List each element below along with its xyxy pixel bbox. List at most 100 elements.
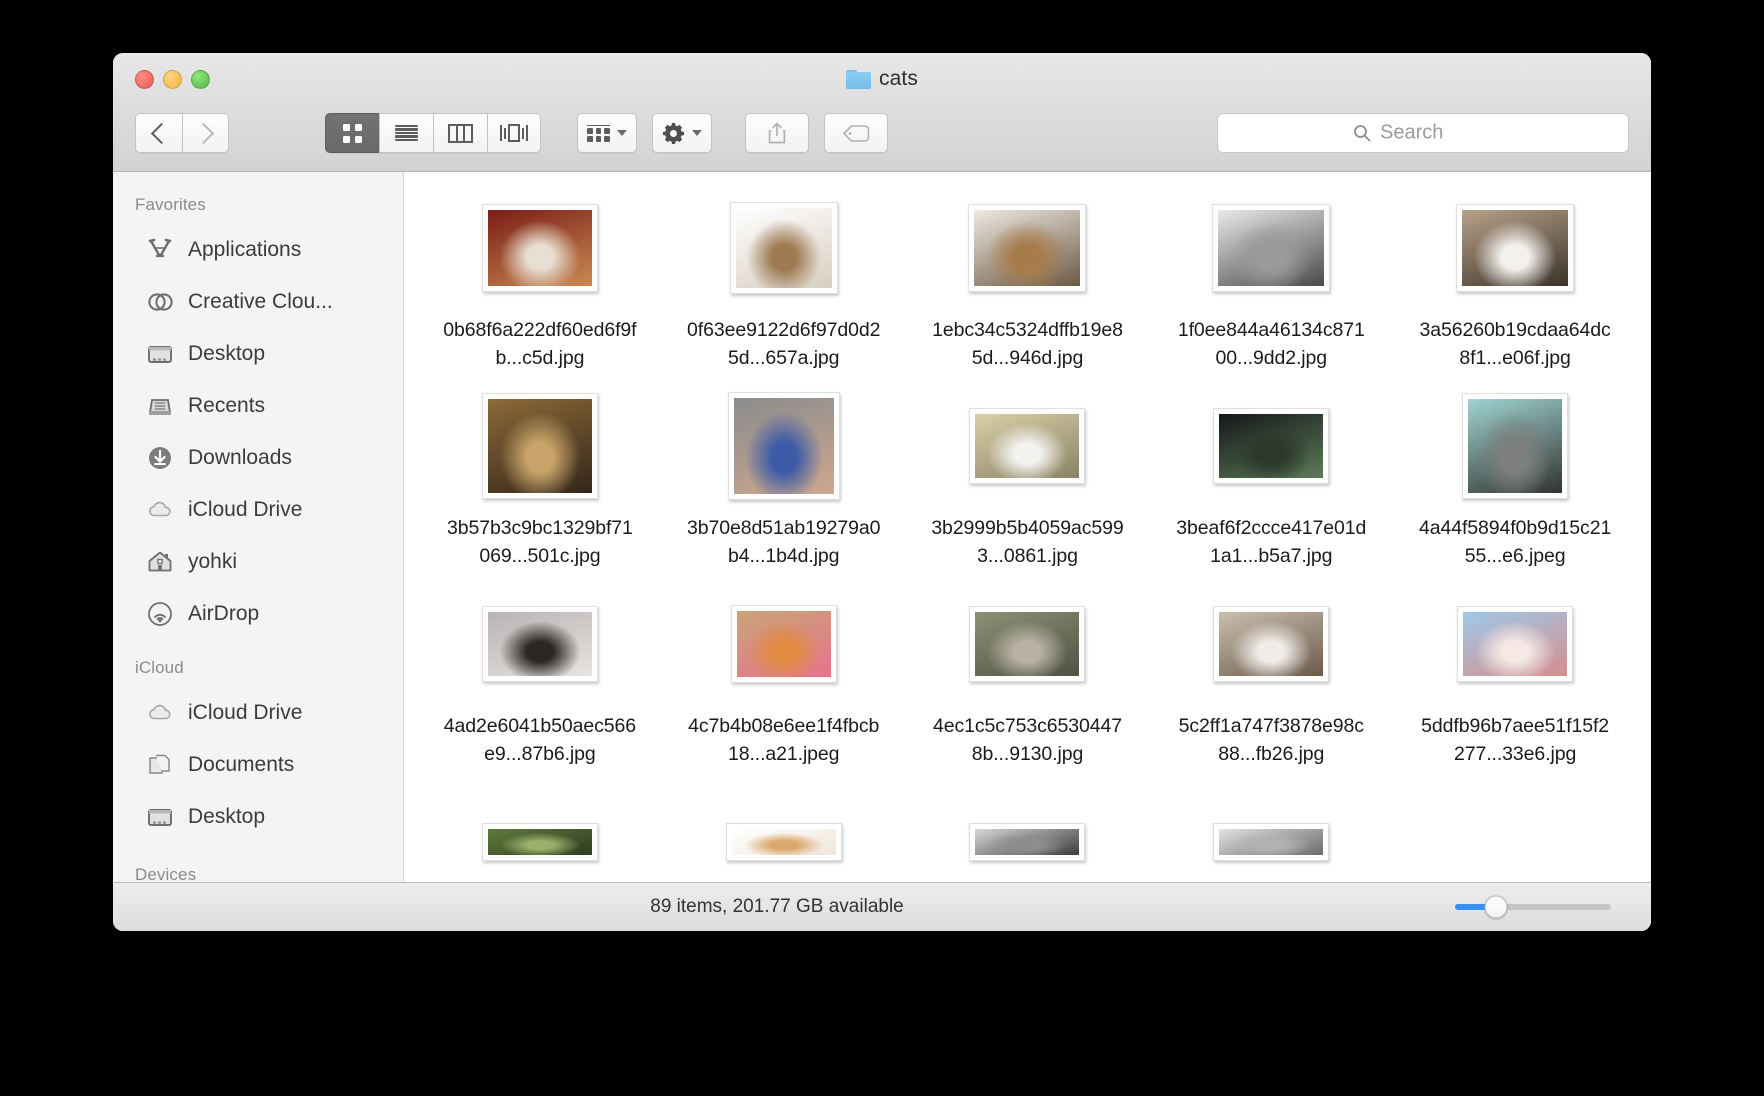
thumbnail-wrapper <box>1462 392 1569 500</box>
file-item[interactable]: 0f63ee9122d6f97d0d25d...657a.jpg <box>662 194 906 392</box>
file-item[interactable]: 0b68f6a222df60ed6f9fb...c5d.jpg <box>418 194 662 392</box>
file-name: 1ebc34c5324dffb19e85d...946d.jpg <box>932 319 1123 369</box>
dropdown-group <box>577 113 712 153</box>
list-view-button[interactable] <box>379 113 433 153</box>
sidebar-item-recents[interactable]: Recents <box>113 380 403 432</box>
sidebar-item-label: yohki <box>188 550 238 573</box>
file-item[interactable]: 5c2ff1a747f3878e98c88...fb26.jpg <box>1149 590 1393 788</box>
file-thumbnail <box>481 204 598 292</box>
thumbnail-wrapper <box>1213 392 1330 500</box>
search-field[interactable]: Search <box>1217 113 1629 153</box>
folder-icon <box>846 69 872 89</box>
airdrop-icon <box>146 600 174 628</box>
sidebar-section-favorites-header: Favorites <box>135 195 206 214</box>
file-item[interactable] <box>662 788 906 882</box>
thumbnail-image <box>487 210 592 286</box>
thumbnail-image <box>736 611 831 677</box>
sidebar[interactable]: Favorites Applications Creative Clou... … <box>113 172 404 882</box>
applications-icon <box>146 236 174 264</box>
thumbnail-image <box>733 398 834 494</box>
status-text: 89 items, 201.77 GB available <box>650 896 904 917</box>
file-grid-area[interactable]: 0b68f6a222df60ed6f9fb...c5d.jpg 0f63ee912… <box>404 172 1651 882</box>
sidebar-item-label: Desktop <box>188 805 266 828</box>
sidebar-item-desktop[interactable]: Desktop <box>113 328 403 380</box>
zoom-slider-knob[interactable] <box>1484 895 1508 919</box>
file-thumbnail <box>1462 393 1569 499</box>
file-thumbnail <box>481 606 598 682</box>
file-thumbnail <box>1457 606 1574 682</box>
file-name: 0b68f6a222df60ed6f9fb...c5d.jpg <box>443 319 637 369</box>
file-item[interactable]: 3b57b3c9bc1329bf71069...501c.jpg <box>418 392 662 590</box>
thumbnail-image <box>735 208 832 288</box>
file-thumbnail <box>730 605 837 683</box>
thumbnail-wrapper <box>1457 590 1574 698</box>
action-group <box>745 113 888 153</box>
sidebar-item-desktop-2[interactable]: Desktop <box>113 791 403 843</box>
thumbnail-image <box>1463 612 1568 676</box>
file-item[interactable]: 1ebc34c5324dffb19e85d...946d.jpg <box>906 194 1150 392</box>
thumbnail-wrapper <box>1213 788 1330 882</box>
list-icon <box>395 124 418 142</box>
action-button[interactable] <box>652 113 712 153</box>
file-item[interactable]: 5ddfb96b7aee51f15f2277...33e6.jpg <box>1393 590 1637 788</box>
documents-icon <box>146 751 174 779</box>
file-item[interactable]: 4ad2e6041b50aec566e9...87b6.jpg <box>418 590 662 788</box>
file-item[interactable]: 4a44f5894f0b9d15c2155...e6.jpeg <box>1393 392 1637 590</box>
file-item[interactable]: 4ec1c5c753c65304478b...9130.jpg <box>906 590 1150 788</box>
file-item[interactable]: 3b2999b5b4059ac5993...0861.jpg <box>906 392 1150 590</box>
file-item[interactable]: 3a56260b19cdaa64dc8f1...e06f.jpg <box>1393 194 1637 392</box>
grid-icon <box>343 123 362 143</box>
thumbnail-wrapper <box>481 194 598 302</box>
gallery-view-button[interactable] <box>487 113 541 153</box>
file-thumbnail <box>969 823 1086 861</box>
forward-button[interactable] <box>182 113 229 153</box>
file-name: 4ad2e6041b50aec566e9...87b6.jpg <box>443 715 637 765</box>
thumbnail-image <box>487 399 592 493</box>
sidebar-item-applications[interactable]: Applications <box>113 224 403 276</box>
thumbnail-wrapper <box>1456 194 1575 302</box>
sidebar-item-icloud-drive-2[interactable]: iCloud Drive <box>113 687 403 739</box>
thumbnail-wrapper <box>1213 590 1330 698</box>
file-thumbnail <box>727 392 840 500</box>
sidebar-item-label: Documents <box>188 753 295 776</box>
file-item[interactable]: 3beaf6f2ccce417e01d1a1...b5a7.jpg <box>1149 392 1393 590</box>
thumbnail-image <box>974 210 1081 286</box>
sidebar-item-creative-cloud[interactable]: Creative Clou... <box>113 276 403 328</box>
file-item[interactable] <box>906 788 1150 882</box>
sidebar-section-devices-header: Devices <box>135 865 197 882</box>
sidebar-item-downloads[interactable]: Downloads <box>113 432 403 484</box>
file-thumbnail <box>1212 204 1331 292</box>
file-item[interactable] <box>1149 788 1393 882</box>
file-name: 5ddfb96b7aee51f15f2277...33e6.jpg <box>1421 715 1610 765</box>
zoom-slider[interactable] <box>1455 895 1611 919</box>
sidebar-item-home[interactable]: yohki <box>113 536 403 588</box>
desktop-icon <box>146 340 174 368</box>
icon-view-button[interactable] <box>325 113 379 153</box>
file-name: 5c2ff1a747f3878e98c88...fb26.jpg <box>1178 715 1364 765</box>
sidebar-item-airdrop[interactable]: AirDrop <box>113 588 403 640</box>
search-placeholder: Search <box>1380 121 1444 144</box>
tag-button[interactable] <box>824 113 888 153</box>
file-item[interactable]: 1f0ee844a46134c87100...9dd2.jpg <box>1149 194 1393 392</box>
home-icon <box>146 548 174 576</box>
view-mode-group <box>325 113 541 153</box>
file-item[interactable]: 3b70e8d51ab19279a0b4...1b4d.jpg <box>662 392 906 590</box>
file-item[interactable] <box>418 788 662 882</box>
sidebar-item-icloud-drive[interactable]: iCloud Drive <box>113 484 403 536</box>
sidebar-item-documents[interactable]: Documents <box>113 739 403 791</box>
sidebar-item-label: Downloads <box>188 446 292 469</box>
arrange-button[interactable] <box>577 113 637 153</box>
thumbnail-image <box>1219 829 1324 855</box>
thumbnail-image <box>1462 210 1569 286</box>
column-view-button[interactable] <box>433 113 487 153</box>
thumbnail-wrapper <box>481 788 598 882</box>
share-icon <box>768 122 786 144</box>
share-button[interactable] <box>745 113 809 153</box>
status-bar: 89 items, 201.77 GB available <box>113 882 1651 931</box>
file-item[interactable]: 4c7b4b08e6ee1f4fbcb18...a21.jpeg <box>662 590 906 788</box>
thumbnail-wrapper <box>968 194 1087 302</box>
sidebar-section-icloud-header: iCloud <box>135 658 184 677</box>
thumbnail-image <box>975 829 1080 855</box>
thumbnail-image <box>1468 399 1563 493</box>
back-button[interactable] <box>135 113 182 153</box>
